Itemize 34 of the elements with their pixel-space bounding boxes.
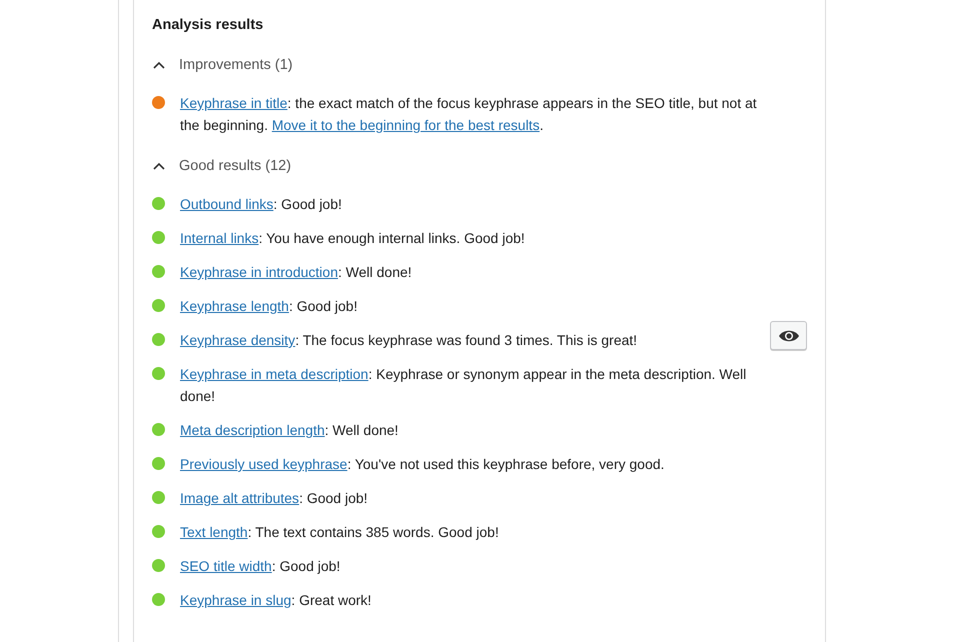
result-link[interactable]: Move it to the beginning for the best results	[272, 117, 540, 133]
result-link[interactable]: Text length	[180, 524, 248, 540]
result-text: Keyphrase length: Good job!	[180, 297, 358, 316]
eye-icon	[778, 328, 800, 342]
result-link[interactable]: Keyphrase in introduction	[180, 264, 338, 280]
chevron-up-icon	[153, 162, 165, 170]
section-toggle[interactable]: Good results (12)	[152, 155, 292, 177]
result-text: Meta description length: Well done!	[180, 421, 400, 440]
result-link[interactable]: Keyphrase in meta description	[180, 366, 368, 382]
chevron-up-icon	[153, 61, 165, 69]
result-link[interactable]: Keyphrase in slug	[180, 592, 292, 608]
result-link[interactable]: Keyphrase length	[180, 298, 289, 314]
result-text: Keyphrase density: The focus keyphrase was found 3 times. This is great!	[180, 331, 638, 350]
section-toggle[interactable]: Improvements (1)	[152, 54, 293, 76]
result-text: Image alt attributes: Good job!	[180, 489, 369, 508]
panel-title: Analysis results	[152, 16, 264, 35]
result-text: Outbound links: Good job!	[180, 195, 343, 214]
result-link[interactable]: Outbound links	[180, 196, 274, 212]
result-text: Keyphrase in meta description: Keyphrase or synonym appear in the meta description. Well done!	[180, 365, 748, 406]
result-link[interactable]: Keyphrase density	[180, 332, 296, 348]
result-text: Keyphrase in introduction: Well done!	[180, 263, 413, 282]
result-text: SEO title width: Good job!	[180, 557, 342, 576]
result-link[interactable]: Keyphrase in title	[180, 95, 288, 111]
result-link[interactable]: Internal links	[180, 230, 259, 246]
result-link[interactable]: Image alt attributes	[180, 490, 300, 506]
result-link[interactable]: SEO title width	[180, 558, 272, 574]
result-text: Keyphrase in title: the exact match of the focus keyphrase appears in the SEO title, but not at the beginning. Move it to the beginning for the best results.	[180, 94, 758, 135]
result-text: Internal links: You have enough internal links. Good job!	[180, 229, 526, 248]
result-text: Text length: The text contains 385 words. Good job!	[180, 523, 500, 542]
result-text: Previously used keyphrase: You've not used this keyphrase before, very good.	[180, 455, 666, 474]
highlight-button[interactable]	[770, 321, 807, 350]
result-link[interactable]: Meta description length	[180, 422, 325, 438]
result-text: Keyphrase in slug: Great work!	[180, 591, 372, 610]
result-link[interactable]: Previously used keyphrase	[180, 456, 348, 472]
